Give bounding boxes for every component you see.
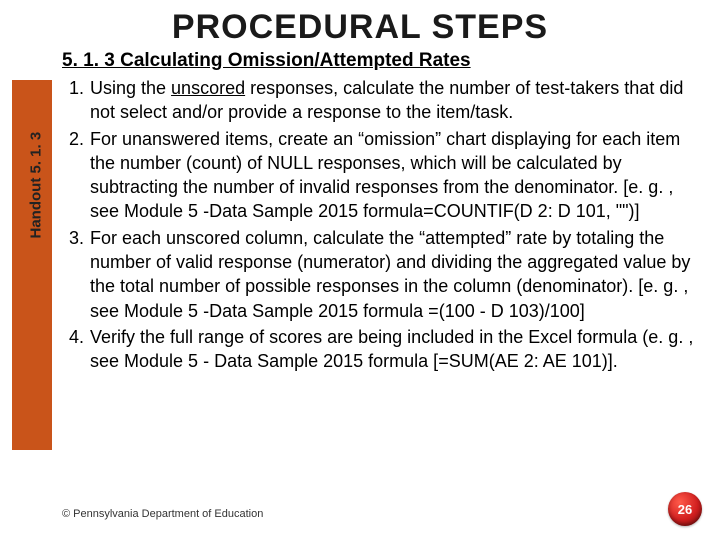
step-number: 1. (62, 76, 90, 125)
step-text: Using the unscored responses, calculate … (90, 76, 702, 125)
slide-title: PROCEDURAL STEPS (0, 0, 720, 47)
page-number-badge: 26 (668, 492, 702, 526)
step-text: Verify the full range of scores are bein… (90, 325, 702, 374)
content-area: 5. 1. 3 Calculating Omission/Attempted R… (62, 50, 702, 376)
step-item: 4. Verify the full range of scores are b… (62, 325, 702, 374)
step-number: 2. (62, 127, 90, 224)
step-item: 1. Using the unscored responses, calcula… (62, 76, 702, 125)
step-text: For each unscored column, calculate the … (90, 226, 702, 323)
step-item: 2. For unanswered items, create an “omis… (62, 127, 702, 224)
section-heading: 5. 1. 3 Calculating Omission/Attempted R… (62, 50, 702, 72)
step-item: 3. For each unscored column, calculate t… (62, 226, 702, 323)
step-number: 4. (62, 325, 90, 374)
handout-label: Handout 5. 1. 3 (28, 139, 45, 239)
step-number: 3. (62, 226, 90, 323)
step-list: 1. Using the unscored responses, calcula… (62, 76, 702, 374)
copyright-footer: © Pennsylvania Department of Education (62, 508, 263, 520)
step-text: For unanswered items, create an “omissio… (90, 127, 702, 224)
page-number: 26 (678, 502, 692, 517)
